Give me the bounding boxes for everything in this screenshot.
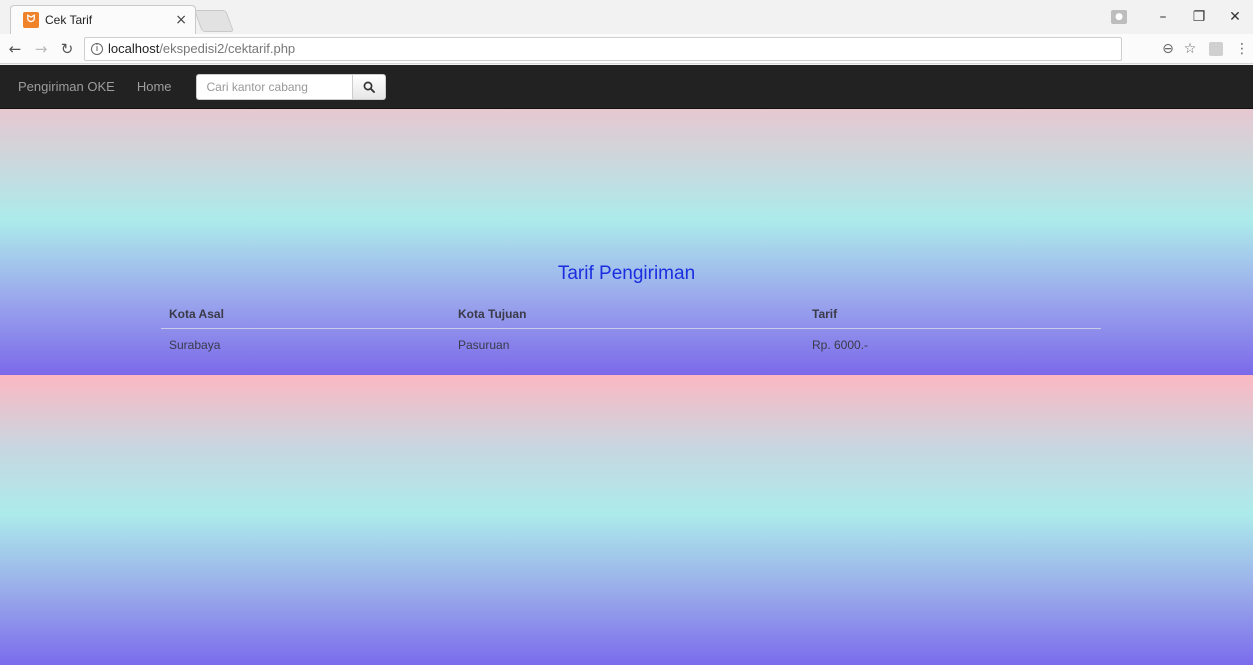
xampp-favicon-icon: ᗢ: [23, 12, 39, 28]
toolbar-icons: ⊖ ☆ ⋮: [1157, 41, 1253, 57]
column-header-kota-tujuan: Kota Tujuan: [450, 299, 804, 329]
bookmark-star-icon[interactable]: ☆: [1179, 41, 1201, 57]
browser-tab-bar: ᗢ Cek Tarif × ● – ❐ ✕: [0, 0, 1253, 34]
cell-kota-asal: Surabaya: [169, 338, 221, 352]
minimize-icon[interactable]: –: [1145, 9, 1181, 25]
table-row: Surabaya Pasuruan Rp. 6000.-: [161, 329, 1101, 362]
tab-title: Cek Tarif: [45, 13, 93, 27]
site-navbar: Pengiriman OKE Home: [0, 65, 1253, 109]
back-icon[interactable]: ←: [4, 40, 26, 58]
background-filler: [0, 375, 1253, 665]
info-icon[interactable]: i: [91, 42, 103, 55]
search-form: [195, 73, 386, 100]
profile-icon[interactable]: ●: [1111, 10, 1127, 24]
column-header-kota-asal: Kota Asal: [161, 299, 450, 329]
address-bar[interactable]: i localhost/ekspedisi2/cektarif.php: [84, 36, 1122, 61]
close-window-icon[interactable]: ✕: [1217, 9, 1253, 25]
table-header-row: Kota Asal Kota Tujuan Tarif: [161, 299, 1101, 329]
column-header-tarif: Tarif: [804, 299, 1101, 329]
zoom-icon[interactable]: ⊖: [1157, 41, 1179, 57]
restore-icon[interactable]: ❐: [1181, 9, 1217, 25]
browser-toolbar: ← → ↻ i localhost/ekspedisi2/cektarif.ph…: [0, 34, 1253, 64]
url-path: /ekspedisi2/cektarif.php: [159, 41, 296, 56]
navbar-brand[interactable]: Pengiriman OKE: [18, 79, 115, 94]
url-text[interactable]: localhost/ekspedisi2/cektarif.php: [108, 41, 295, 56]
forward-icon[interactable]: →: [30, 40, 52, 58]
cell-kota-tujuan: Pasuruan: [458, 338, 510, 352]
new-tab-button[interactable]: [193, 10, 235, 32]
search-input[interactable]: [195, 73, 352, 100]
menu-kebab-icon[interactable]: ⋮: [1231, 41, 1253, 57]
window-controls: ● – ❐ ✕: [1111, 0, 1253, 34]
search-icon: [363, 81, 375, 93]
url-host: localhost: [108, 41, 160, 56]
extension-icon[interactable]: [1209, 41, 1223, 56]
browser-tab[interactable]: ᗢ Cek Tarif ×: [10, 5, 196, 34]
cell-tarif: Rp. 6000.-: [812, 338, 869, 352]
tab-close-icon[interactable]: ×: [175, 12, 187, 28]
page-title: Tarif Pengiriman: [557, 263, 696, 284]
nav-link-home[interactable]: Home: [137, 79, 172, 94]
tariff-table: Kota Asal Kota Tujuan Tarif Surabaya Pas…: [161, 299, 1101, 361]
content-section: Tarif Pengiriman Kota Asal Kota Tujuan T…: [0, 109, 1253, 375]
reload-icon[interactable]: ↻: [56, 40, 78, 58]
page: Pengiriman OKE Home Tarif Pengiriman Kot…: [0, 65, 1253, 665]
search-button[interactable]: [351, 73, 386, 100]
